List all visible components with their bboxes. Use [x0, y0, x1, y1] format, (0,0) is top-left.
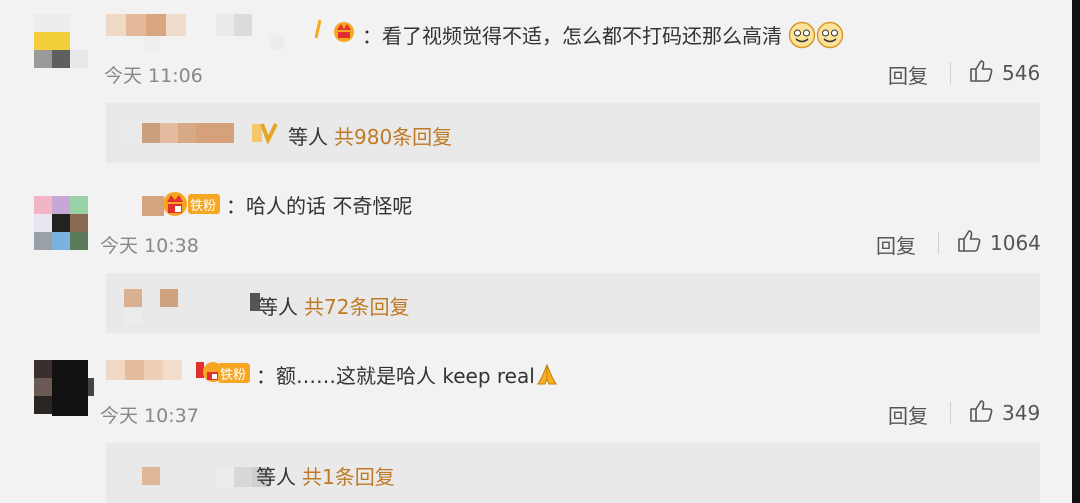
reply-preview[interactable]: 等人 共72条回复: [106, 273, 1040, 333]
username-extra: [144, 36, 160, 50]
fan-badge: 铁粉: [188, 194, 221, 214]
username-extra: [270, 36, 284, 50]
like-button[interactable]: 546: [968, 58, 1040, 88]
vip-crown-icon: [252, 122, 280, 148]
reply-preview[interactable]: 等人 共980条回复: [106, 103, 1040, 163]
avatar[interactable]: [34, 196, 90, 252]
like-count: 349: [1002, 401, 1041, 425]
username[interactable]: [106, 360, 182, 380]
timestamp: 今天 10:37: [100, 405, 199, 427]
pray-emoji-icon: [535, 363, 559, 392]
comment-text: ：额……这就是哈人 keep real: [256, 360, 559, 392]
reply-username: [142, 467, 160, 485]
smile-emoji-icon: [788, 21, 816, 54]
thumbs-up-icon: [968, 58, 994, 88]
smile-emoji-icon: [816, 21, 844, 54]
reply-button[interactable]: 回复: [888, 400, 928, 429]
reply-summary: 等人 共72条回复: [258, 295, 410, 319]
reply-total-link[interactable]: 共980条回复: [334, 125, 452, 149]
username[interactable]: [106, 14, 186, 36]
divider: [950, 402, 951, 424]
reply-preview[interactable]: 等人 共1条回复: [106, 443, 1040, 503]
vip-crown-icon: [312, 18, 360, 48]
reply-username: [124, 123, 234, 143]
avatar[interactable]: [34, 360, 94, 416]
thumbs-up-icon: [956, 228, 982, 258]
avatar[interactable]: [34, 14, 90, 72]
reply-summary: 等人 共1条回复: [256, 465, 395, 489]
timestamp: 今天 10:38: [100, 235, 199, 257]
thumbs-up-icon: [968, 398, 994, 428]
reply-summary: 等人 共980条回复: [288, 125, 453, 149]
divider: [950, 62, 951, 84]
reply-total-link[interactable]: 共72条回复: [304, 295, 409, 319]
fan-badge: 铁粉: [218, 363, 251, 383]
reply-button[interactable]: 回复: [888, 60, 928, 89]
reply-username: [124, 289, 182, 327]
comment-text: ：看了视频觉得不适，怎么都不打码还那么高清: [362, 20, 844, 54]
username-extra: [216, 14, 252, 36]
like-button[interactable]: 349: [968, 398, 1040, 428]
like-count: 1064: [990, 231, 1041, 255]
comment-text: ：哈人的话 不奇怪呢: [226, 194, 413, 218]
like-button[interactable]: 1064: [956, 228, 1041, 258]
reply-total-link[interactable]: 共1条回复: [302, 465, 395, 489]
reply-button[interactable]: 回复: [876, 230, 916, 259]
vip-crown-icon: [160, 188, 190, 222]
like-count: 546: [1002, 61, 1041, 85]
window-edge: [1072, 0, 1080, 503]
divider: [938, 232, 939, 254]
timestamp: 今天 11:06: [104, 65, 203, 87]
